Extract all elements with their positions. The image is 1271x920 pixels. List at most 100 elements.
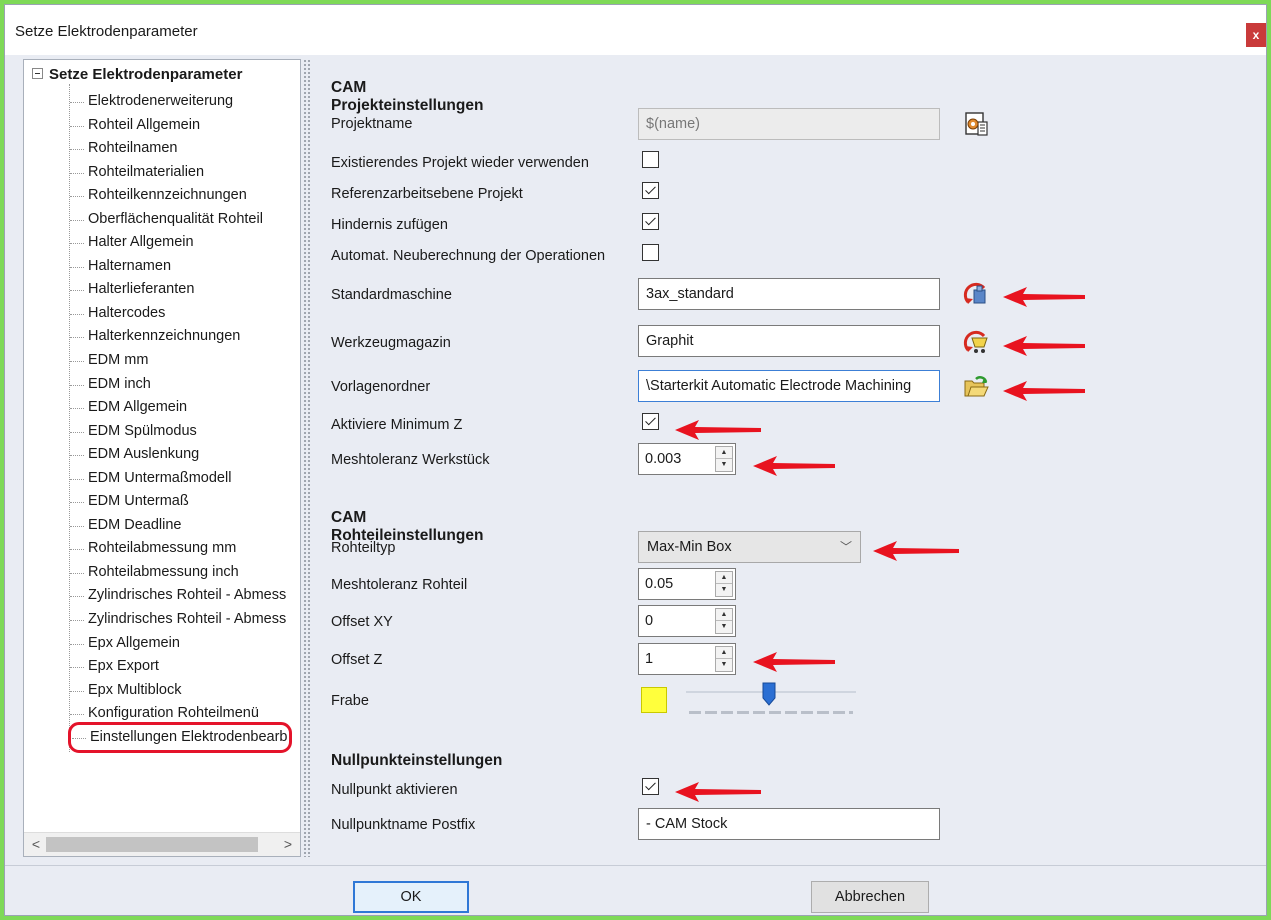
project-settings-icon[interactable] — [962, 110, 990, 138]
tree-item[interactable]: Halterkennzeichnungen — [70, 325, 288, 349]
cancel-button[interactable]: Abbrechen — [811, 881, 929, 913]
offset-xy-value[interactable]: 0 — [645, 606, 653, 636]
project-name-field: $(name) — [638, 108, 940, 140]
color-slider-thumb[interactable] — [762, 682, 776, 706]
tree-items: Elektrodenerweiterung Rohteil Allgemein Ro… — [68, 90, 292, 754]
scroll-thumb[interactable] — [46, 837, 258, 852]
dialog-window: Setze Elektrodenparameter x Setze Elektr… — [4, 4, 1267, 916]
template-folder-label: Vorlagenordner — [331, 379, 431, 395]
tree-item[interactable]: Konfiguration Rohteilmenü — [70, 702, 288, 726]
tree-item[interactable]: Halterlieferanten — [70, 278, 288, 302]
annotation-arrow-icon — [753, 652, 835, 672]
window-title: Setze Elektrodenparameter — [15, 23, 198, 40]
spin-up-icon[interactable]: ▲ — [716, 572, 732, 584]
magazine-select-icon[interactable] — [962, 328, 990, 356]
auto-recalc-checkbox[interactable] — [642, 244, 659, 261]
offset-xy-label: Offset XY — [331, 614, 393, 630]
tree-item[interactable]: Zylindrisches Rohteil - Abmess — [70, 584, 288, 608]
tree-item[interactable]: Elektrodenerweiterung — [70, 90, 288, 114]
spin-down-icon[interactable]: ▼ — [716, 459, 732, 471]
default-machine-field[interactable]: 3ax_standard — [638, 278, 940, 310]
tree-item[interactable]: Rohteilkennzeichnungen — [70, 184, 288, 208]
reuse-project-checkbox[interactable] — [642, 151, 659, 168]
tree-item[interactable]: EDM Auslenkung — [70, 443, 288, 467]
tree-item[interactable]: Epx Allgemein — [70, 632, 288, 656]
min-z-checkbox[interactable] — [642, 413, 659, 430]
spinner-buttons[interactable]: ▲ ▼ — [715, 646, 733, 672]
spinner-buttons[interactable]: ▲ ▼ — [715, 446, 733, 472]
zero-point-activate-checkbox[interactable] — [642, 778, 659, 795]
zero-point-postfix-label: Nullpunktname Postfix — [331, 817, 476, 833]
stock-type-label: Rohteiltyp — [331, 540, 396, 556]
machine-select-icon[interactable] — [962, 280, 990, 308]
offset-z-spinner[interactable]: 1 ▲ ▼ — [638, 643, 736, 675]
tool-magazine-label: Werkzeugmagazin — [331, 335, 451, 351]
tree-item-selected[interactable]: Einstellungen Elektrodenbearb — [68, 721, 292, 754]
tree-item[interactable]: Rohteilabmessung inch — [70, 561, 288, 585]
tree-item[interactable]: EDM Allgemein — [70, 396, 288, 420]
tree-item[interactable]: EDM Deadline — [70, 514, 288, 538]
tree-item[interactable]: Zylindrisches Rohteil - Abmess — [70, 608, 288, 632]
spin-down-icon[interactable]: ▼ — [716, 621, 732, 633]
spin-up-icon[interactable]: ▲ — [716, 609, 732, 621]
tree-root[interactable]: Setze Elektrodenparameter — [32, 66, 242, 88]
reuse-project-label: Existierendes Projekt wieder verwenden — [331, 155, 589, 171]
section-cam-project: CAM Projekteinstellungen — [331, 79, 484, 114]
tool-magazine-field[interactable]: Graphit — [638, 325, 940, 357]
min-z-label: Aktiviere Minimum Z — [331, 417, 463, 433]
mesh-stock-label: Meshtoleranz Rohteil — [331, 577, 468, 593]
mesh-stock-spinner[interactable]: 0.05 ▲ ▼ — [638, 568, 736, 600]
zero-point-postfix-field[interactable]: - CAM Stock — [638, 808, 940, 840]
tree-item[interactable]: EDM mm — [70, 349, 288, 373]
mesh-stock-value[interactable]: 0.05 — [645, 569, 673, 599]
annotation-arrow-icon — [753, 456, 835, 476]
tree-item[interactable]: Haltercodes — [70, 302, 288, 326]
reference-plane-checkbox[interactable] — [642, 182, 659, 199]
mesh-workpiece-spinner[interactable]: 0.003 ▲ ▼ — [638, 443, 736, 475]
offset-z-label: Offset Z — [331, 652, 383, 668]
tree-item[interactable]: Rohteilabmessung mm — [70, 537, 288, 561]
tree-horizontal-scrollbar[interactable]: < > — [24, 832, 300, 856]
tree-item[interactable]: EDM inch — [70, 373, 288, 397]
stock-type-value: Max-Min Box — [647, 539, 732, 555]
spin-up-icon[interactable]: ▲ — [716, 447, 732, 459]
tree-item[interactable]: Rohteilnamen — [70, 137, 288, 161]
panel-splitter[interactable] — [303, 59, 311, 857]
ok-button[interactable]: OK — [353, 881, 469, 913]
color-swatch[interactable] — [641, 687, 667, 713]
spinner-buttons[interactable]: ▲ ▼ — [715, 571, 733, 597]
tree-item[interactable]: Rohteilmaterialien — [70, 161, 288, 185]
template-folder-field[interactable]: \Starterkit Automatic Electrode Machinin… — [638, 370, 940, 402]
scroll-right-icon[interactable]: > — [278, 835, 298, 853]
color-label: Frabe — [331, 693, 369, 709]
auto-recalc-label: Automat. Neuberechnung der Operationen — [331, 248, 606, 264]
folder-open-icon[interactable] — [962, 373, 990, 401]
stock-type-dropdown[interactable]: Max-Min Box ﹀ — [638, 531, 861, 563]
scroll-left-icon[interactable]: < — [26, 835, 46, 853]
spin-down-icon[interactable]: ▼ — [716, 659, 732, 671]
button-bar-divider — [5, 865, 1266, 866]
tree-item[interactable]: Halter Allgemein — [70, 231, 288, 255]
tree-item[interactable]: Rohteil Allgemein — [70, 114, 288, 138]
color-slider-ticks — [689, 711, 853, 714]
offset-z-value[interactable]: 1 — [645, 644, 653, 674]
spin-up-icon[interactable]: ▲ — [716, 647, 732, 659]
mesh-workpiece-value[interactable]: 0.003 — [645, 444, 681, 474]
tree-item[interactable]: EDM Untermaßmodell — [70, 467, 288, 491]
annotation-arrow-icon — [1003, 381, 1085, 401]
tree-item[interactable]: Epx Export — [70, 655, 288, 679]
title-bar: Setze Elektrodenparameter x — [5, 5, 1266, 55]
spin-down-icon[interactable]: ▼ — [716, 584, 732, 596]
zero-point-activate-label: Nullpunkt aktivieren — [331, 782, 458, 798]
add-obstacle-checkbox[interactable] — [642, 213, 659, 230]
offset-xy-spinner[interactable]: 0 ▲ ▼ — [638, 605, 736, 637]
tree-item[interactable]: Halternamen — [70, 255, 288, 279]
tree-root-label: Setze Elektrodenparameter — [49, 66, 243, 83]
tree-item[interactable]: Epx Multiblock — [70, 679, 288, 703]
close-button[interactable]: x — [1246, 23, 1266, 47]
tree-item[interactable]: Oberflächenqualität Rohteil — [70, 208, 288, 232]
tree-item[interactable]: EDM Spülmodus — [70, 420, 288, 444]
spinner-buttons[interactable]: ▲ ▼ — [715, 608, 733, 634]
tree-item[interactable]: EDM Untermaß — [70, 490, 288, 514]
collapse-icon[interactable] — [32, 67, 43, 79]
